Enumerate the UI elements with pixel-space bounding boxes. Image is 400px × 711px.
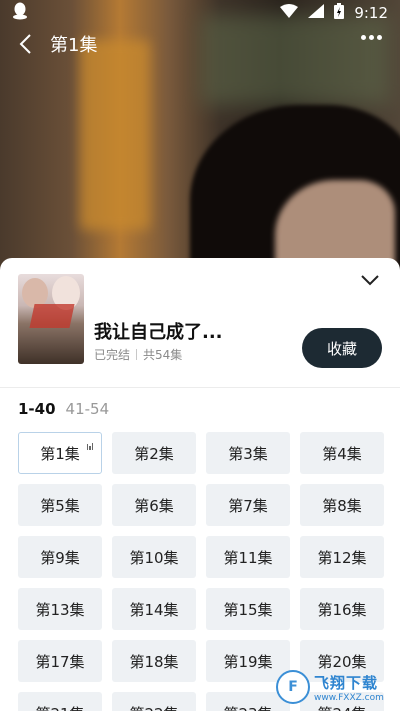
- episode-item[interactable]: 第3集: [206, 432, 290, 474]
- more-options-button[interactable]: [361, 35, 382, 40]
- episode-label: 第15集: [223, 600, 273, 619]
- episode-item[interactable]: 第8集: [300, 484, 384, 526]
- episode-label: 第19集: [223, 652, 273, 671]
- episode-item[interactable]: 第22集: [112, 692, 196, 711]
- episode-label: 第8集: [322, 496, 362, 515]
- episode-label: 第4集: [322, 444, 362, 463]
- episode-label: 第3集: [228, 444, 268, 463]
- divider: [0, 387, 400, 388]
- episode-label: 第22集: [129, 703, 178, 711]
- episode-label: 第17集: [35, 652, 85, 671]
- status-bar: 9:12: [0, 0, 400, 26]
- watermark-text: 飞翔下载: [314, 673, 379, 692]
- episode-item[interactable]: 第1集: [18, 432, 102, 474]
- watermark-logo-icon: F: [276, 670, 310, 704]
- signal-icon: [308, 4, 325, 22]
- episode-label: 第2集: [134, 444, 174, 463]
- back-arrow-icon: [19, 34, 31, 54]
- favorite-button[interactable]: 收藏: [302, 328, 382, 368]
- episode-item[interactable]: 第6集: [112, 484, 196, 526]
- meta-divider: [136, 349, 138, 360]
- episode-label: 第11集: [223, 548, 273, 567]
- watermark-url: www.FXXZ.com: [314, 692, 384, 703]
- episode-item[interactable]: 第10集: [112, 536, 196, 578]
- episode-item[interactable]: 第4集: [300, 432, 384, 474]
- battery-icon: [334, 3, 345, 23]
- more-dot-icon: [377, 35, 382, 40]
- episode-sheet: 我让自己成了... 已完结 共54集 收藏 1-40 41-54 第1集 第2集第…: [0, 258, 400, 711]
- drama-status: 已完结: [94, 348, 131, 362]
- episode-range-tabs: 1-40 41-54: [18, 400, 109, 418]
- episode-item[interactable]: 第15集: [206, 588, 290, 630]
- range-tab-1-40[interactable]: 1-40: [18, 400, 56, 418]
- episode-label: 第10集: [129, 548, 179, 567]
- video-frame-blur: [80, 40, 150, 230]
- episode-label: 第12集: [317, 548, 367, 567]
- episode-item[interactable]: 第13集: [18, 588, 102, 630]
- more-dot-icon: [361, 35, 366, 40]
- wifi-icon: [280, 4, 299, 22]
- back-button[interactable]: [0, 26, 50, 62]
- episode-item[interactable]: 第11集: [206, 536, 290, 578]
- now-playing-icon: [86, 443, 93, 450]
- episode-item[interactable]: 第21集: [18, 692, 102, 711]
- episode-label: 第16集: [317, 600, 367, 619]
- site-watermark: F 飞翔下载 www.FXXZ.com: [276, 667, 394, 707]
- episode-label: 第13集: [35, 600, 85, 619]
- episode-label: 第18集: [129, 652, 179, 671]
- range-tab-41-54[interactable]: 41-54: [66, 400, 110, 418]
- episode-label: 第9集: [40, 548, 80, 567]
- cover-title-art: [29, 304, 75, 328]
- status-time: 9:12: [354, 4, 388, 22]
- episode-item[interactable]: 第9集: [18, 536, 102, 578]
- qq-notification-icon: [12, 2, 28, 24]
- episode-item[interactable]: 第2集: [112, 432, 196, 474]
- top-nav: 第1集: [0, 26, 400, 62]
- drama-episode-count: 共54集: [143, 348, 183, 362]
- episode-label: 第14集: [129, 600, 179, 619]
- episode-item[interactable]: 第14集: [112, 588, 196, 630]
- drama-info: 我让自己成了... 已完结 共54集 收藏: [18, 274, 382, 368]
- drama-meta: 已完结 共54集: [94, 346, 182, 363]
- episode-item[interactable]: 第17集: [18, 640, 102, 682]
- episode-title: 第1集: [50, 35, 98, 56]
- drama-title: 我让自己成了...: [94, 322, 223, 343]
- episode-item[interactable]: 第12集: [300, 536, 384, 578]
- episode-item[interactable]: 第18集: [112, 640, 196, 682]
- episode-label: 第21集: [35, 703, 84, 711]
- episode-item[interactable]: 第5集: [18, 484, 102, 526]
- episode-label: 第5集: [40, 496, 80, 515]
- episode-label: 第23集: [223, 703, 272, 711]
- more-dot-icon: [369, 35, 374, 40]
- episode-label: 第6集: [134, 496, 174, 515]
- episode-item[interactable]: 第16集: [300, 588, 384, 630]
- drama-cover[interactable]: [18, 274, 84, 364]
- episode-label: 第1集: [40, 444, 80, 463]
- episode-item[interactable]: 第7集: [206, 484, 290, 526]
- episode-label: 第7集: [228, 496, 268, 515]
